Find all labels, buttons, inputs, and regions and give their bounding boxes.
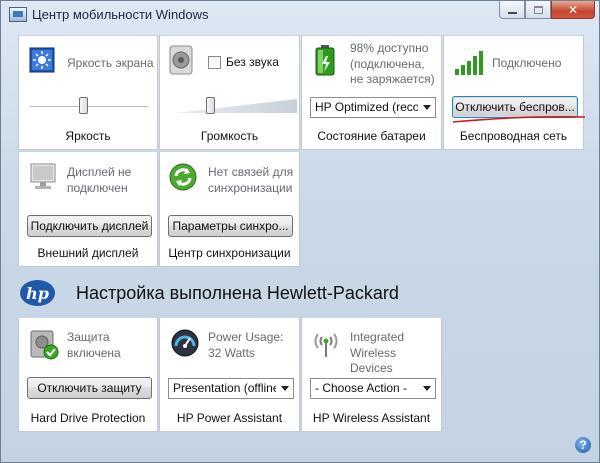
- display-status-line2: подключен: [67, 181, 128, 195]
- sync-status-line2: синхронизации: [208, 181, 293, 195]
- disable-protection-label: Отключить защиту: [37, 381, 142, 395]
- sync-settings-label: Параметры синхро...: [172, 219, 289, 233]
- signal-bars-icon: [454, 50, 486, 76]
- wireless-action-dropdown[interactable]: - Choose Action -: [310, 378, 436, 399]
- tile-volume: Без звука Громкость: [159, 35, 300, 150]
- brightness-text: Яркость экрана: [67, 56, 154, 70]
- power-profile-value: Presentation (offline: [173, 381, 280, 395]
- mobility-center-icon: [9, 7, 27, 22]
- close-button[interactable]: ✕: [551, 1, 595, 19]
- minimize-icon: [507, 11, 517, 14]
- maximize-icon: [533, 5, 543, 14]
- hp-logo-text: hp: [26, 283, 49, 303]
- help-icon[interactable]: ?: [575, 437, 591, 453]
- external-display-label: Внешний дисплей: [37, 246, 139, 260]
- tile-hp-power-assistant: Power Usage: 32 Watts Presentation (offl…: [159, 317, 300, 432]
- wireless-devices-line2: Wireless Devices: [350, 346, 397, 375]
- wireless-devices-line1: Integrated: [350, 330, 405, 344]
- hard-drive-check-icon: [29, 328, 59, 360]
- tile-hp-wireless-assistant: Integrated Wireless Devices - Choose Act…: [301, 317, 442, 432]
- minimize-button[interactable]: [499, 1, 525, 19]
- mute-label: Без звука: [226, 55, 279, 69]
- tile-wireless: Подключено Отключить беспров... Беспрово…: [443, 35, 584, 150]
- sync-arrows-icon: [168, 162, 198, 192]
- drive-status-line2: включена: [67, 346, 121, 360]
- tile-sync-center: Нет связей для синхронизации Параметры с…: [159, 151, 300, 267]
- display-brightness-icon: [29, 47, 55, 73]
- red-annotation-underline: [452, 116, 586, 123]
- drive-status-line1: Защита: [67, 330, 110, 344]
- window-title: Центр мобильности Windows: [32, 7, 209, 22]
- hp-logo: hp: [20, 280, 55, 306]
- volume-slider-thumb[interactable]: [206, 97, 215, 114]
- title-bar[interactable]: Центр мобильности Windows ✕: [1, 1, 599, 29]
- speaker-icon: [168, 44, 194, 76]
- power-profile-dropdown[interactable]: Presentation (offline: [168, 378, 294, 399]
- tile-brightness: Яркость экрана Яркость: [18, 35, 158, 150]
- monitor-icon: [29, 162, 57, 192]
- chevron-down-icon: [418, 98, 435, 117]
- battery-status-line3: не заряжается): [350, 72, 435, 86]
- power-usage-line2: 32 Watts: [208, 346, 255, 360]
- tile-battery: 98% доступно (подключена, не заряжается)…: [301, 35, 442, 150]
- sync-center-label: Центр синхронизации: [168, 246, 291, 260]
- battery-status-line2: (подключена,: [350, 57, 425, 71]
- disable-protection-button[interactable]: Отключить защиту: [27, 377, 152, 399]
- battery-status-line1: 98% доступно: [350, 41, 429, 55]
- mute-checkbox[interactable]: [208, 56, 221, 69]
- brightness-slider-track[interactable]: [30, 106, 148, 108]
- power-plan-dropdown[interactable]: HP Optimized (reco: [310, 97, 436, 118]
- hp-power-assistant-label: HP Power Assistant: [176, 411, 283, 425]
- sync-status-line1: Нет связей для: [208, 165, 294, 179]
- display-status-line1: Дисплей не: [67, 165, 132, 179]
- disconnect-wireless-label: Отключить беспров...: [455, 100, 575, 114]
- volume-label: Громкость: [200, 129, 259, 143]
- tile-external-display: Дисплей не подключен Подключить дисплей …: [18, 151, 158, 267]
- antenna-icon: [312, 328, 340, 360]
- wireless-action-value: - Choose Action -: [315, 381, 408, 395]
- hp-wireless-assistant-label: HP Wireless Assistant: [312, 411, 431, 425]
- maximize-button[interactable]: [525, 1, 551, 19]
- hard-drive-protection-label: Hard Drive Protection: [30, 411, 146, 425]
- battery-plugged-icon: [312, 44, 338, 78]
- power-gauge-icon: [170, 328, 200, 358]
- mobility-center-window: Центр мобильности Windows ✕ Яркость экра…: [0, 0, 600, 463]
- close-icon: ✕: [567, 2, 579, 17]
- wireless-label: Беспроводная сеть: [459, 129, 568, 143]
- chevron-down-icon: [276, 379, 293, 398]
- chevron-down-icon: [418, 379, 435, 398]
- caption-buttons: ✕: [499, 1, 595, 19]
- hp-section-title: Настройка выполнена Hewlett-Packard: [76, 283, 399, 303]
- brightness-slider-thumb[interactable]: [79, 97, 88, 114]
- battery-label: Состояние батареи: [317, 129, 426, 143]
- sync-settings-button[interactable]: Параметры синхро...: [168, 215, 293, 237]
- power-plan-value: HP Optimized (reco: [315, 100, 420, 114]
- power-usage-line1: Power Usage:: [208, 330, 284, 344]
- connect-display-button[interactable]: Подключить дисплей: [27, 215, 152, 237]
- brightness-label: Яркость: [65, 129, 111, 143]
- wireless-status: Подключено: [492, 56, 562, 70]
- help-glyph: ?: [579, 438, 587, 452]
- tile-hard-drive-protection: Защита включена Отключить защиту Hard Dr…: [18, 317, 158, 432]
- connect-display-label: Подключить дисплей: [30, 219, 149, 233]
